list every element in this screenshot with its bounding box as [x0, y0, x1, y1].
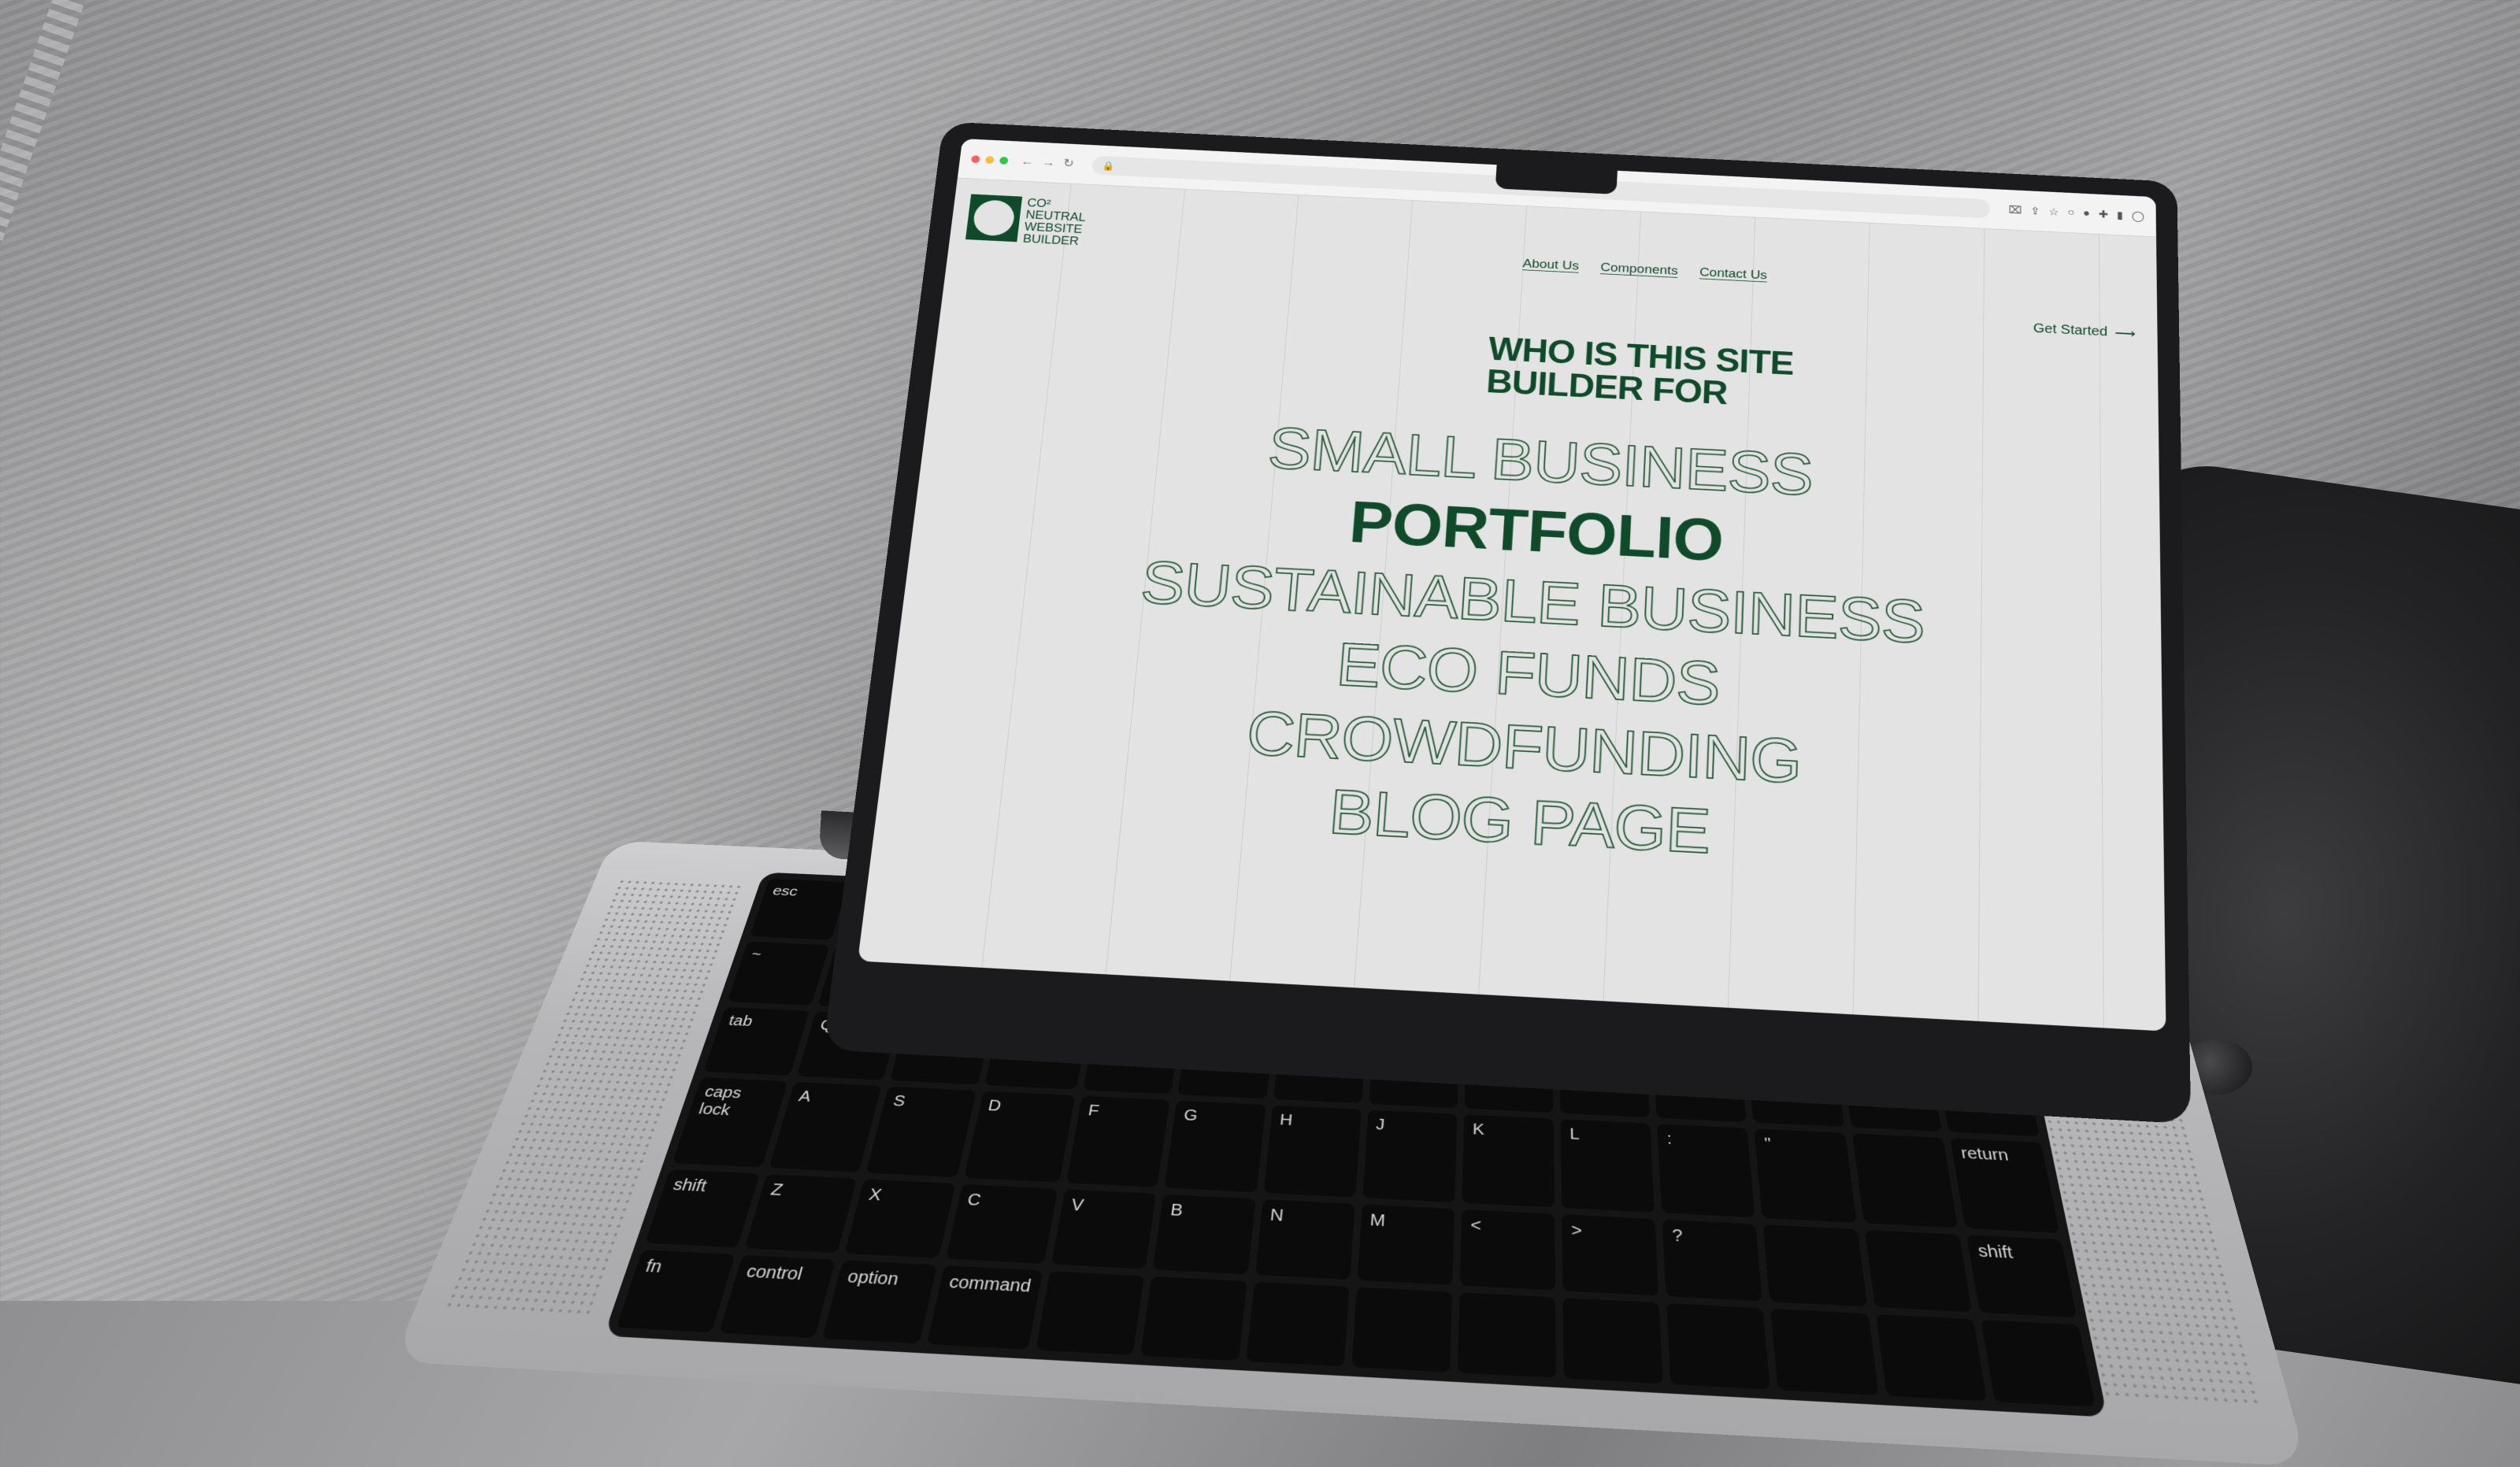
- nav-components[interactable]: Components: [1600, 261, 1678, 279]
- close-window-icon[interactable]: [970, 154, 980, 163]
- minimize-window-icon[interactable]: [984, 155, 995, 164]
- keyboard-key[interactable]: control: [719, 1254, 836, 1339]
- profile-icon[interactable]: ○: [2067, 207, 2074, 219]
- web-page: CO² NEUTRAL WEBSITE BUILDER About Us Com…: [858, 178, 2166, 1031]
- keyboard-key[interactable]: tab: [703, 1006, 810, 1076]
- keyboard-key[interactable]: ": [1754, 1128, 1857, 1223]
- keyboard-key[interactable]: L: [1560, 1118, 1655, 1213]
- window-controls: [970, 154, 1009, 165]
- keyboard-key[interactable]: S: [865, 1086, 976, 1178]
- account-avatar-icon[interactable]: ◯: [2132, 209, 2144, 223]
- bookmark-star-icon[interactable]: ☆: [2048, 206, 2059, 219]
- keyboard-key[interactable]: G: [1165, 1100, 1266, 1193]
- keyboard-key[interactable]: [1140, 1276, 1247, 1361]
- reload-icon[interactable]: ↻: [1062, 157, 1074, 170]
- keyboard-key[interactable]: C: [945, 1184, 1058, 1264]
- keyboard-key[interactable]: shift: [645, 1169, 761, 1248]
- keyboard-key[interactable]: [1770, 1308, 1879, 1396]
- laptop-screen: ← → ↻ 🔒 ⌧ ⇪ ☆ ○ ● ✚ ▮ ◯ CO² NEUTRAL WEBS…: [858, 139, 2166, 1032]
- lock-icon: 🔒: [1102, 160, 1116, 171]
- keyboard-key[interactable]: :: [1657, 1123, 1755, 1218]
- keyboard-key[interactable]: [1351, 1286, 1452, 1373]
- audience-word-list: SMALL BUSINESS PORTFOLIO SUSTAINABLE BUSIN…: [875, 396, 2164, 894]
- keyboard-key[interactable]: K: [1462, 1113, 1555, 1208]
- keyboard-key[interactable]: [1562, 1297, 1664, 1384]
- share-icon[interactable]: ⇪: [2030, 205, 2040, 218]
- keyboard-key[interactable]: V: [1051, 1189, 1157, 1269]
- keyboard-key[interactable]: fn: [616, 1249, 736, 1333]
- get-started-label: Get Started: [2033, 320, 2108, 339]
- sidebar-toggle-icon[interactable]: ▮: [2117, 209, 2123, 221]
- arrow-right-icon: ⟶: [2114, 325, 2136, 342]
- keyboard-key[interactable]: H: [1263, 1104, 1362, 1198]
- main-nav: About Us Components Contact Us: [1522, 257, 1767, 283]
- keyboard-key[interactable]: ?: [1662, 1219, 1763, 1301]
- keyboard-key[interactable]: <: [1459, 1209, 1556, 1291]
- section-headline: WHO IS THIS SITE BUILDER FOR: [1484, 330, 1795, 412]
- keyboard-key[interactable]: [1763, 1224, 1867, 1306]
- keyboard-key[interactable]: D: [963, 1091, 1076, 1183]
- keyboard-key[interactable]: [1981, 1319, 2096, 1407]
- keyboard-key[interactable]: shift: [1966, 1235, 2077, 1317]
- keyboard-key[interactable]: M: [1357, 1204, 1455, 1285]
- keyboard-key[interactable]: [1246, 1281, 1350, 1367]
- keyboard-key[interactable]: [1851, 1132, 1959, 1228]
- keyboard-key[interactable]: [1666, 1302, 1771, 1390]
- keyboard-key[interactable]: J: [1362, 1109, 1458, 1203]
- keyboard-key[interactable]: N: [1254, 1198, 1355, 1280]
- keyboard-key[interactable]: return: [1949, 1137, 2060, 1233]
- keyboard-key[interactable]: A: [769, 1081, 883, 1172]
- extension-dark-icon[interactable]: ●: [2083, 208, 2090, 220]
- laptop-lid: ← → ↻ 🔒 ⌧ ⇪ ☆ ○ ● ✚ ▮ ◯ CO² NEUTRAL WEBS…: [822, 121, 2192, 1124]
- keyboard-key[interactable]: F: [1066, 1095, 1171, 1187]
- keyboard-key[interactable]: [1864, 1229, 1972, 1312]
- nav-contact-us[interactable]: Contact Us: [1699, 265, 1768, 283]
- keyboard-key[interactable]: command: [926, 1265, 1043, 1350]
- keyboard-key[interactable]: ~: [727, 941, 830, 1006]
- logo-circle-icon: [972, 199, 1017, 237]
- keyboard-key[interactable]: X: [844, 1179, 955, 1258]
- get-started-button[interactable]: Get Started ⟶: [2033, 320, 2136, 342]
- keyboard-key[interactable]: [1457, 1291, 1557, 1379]
- logo-text: CO² NEUTRAL WEBSITE BUILDER: [1022, 196, 1086, 248]
- keyboard-key[interactable]: caps lock: [672, 1076, 788, 1168]
- keyboard-key[interactable]: [1875, 1313, 1987, 1402]
- back-arrow-icon[interactable]: ←: [1020, 154, 1034, 168]
- site-logo[interactable]: CO² NEUTRAL WEBSITE BUILDER: [965, 194, 1106, 248]
- maximize-window-icon[interactable]: [999, 156, 1009, 165]
- extensions-puzzle-icon[interactable]: ✚: [2099, 208, 2108, 221]
- keyboard-key[interactable]: >: [1562, 1214, 1659, 1296]
- logo-mark: [965, 194, 1023, 243]
- forward-arrow-icon[interactable]: →: [1041, 156, 1055, 169]
- keyboard-key[interactable]: Z: [744, 1174, 858, 1253]
- keyboard-key[interactable]: esc: [750, 878, 849, 940]
- keyboard-key[interactable]: [1036, 1270, 1145, 1356]
- translate-icon[interactable]: ⌧: [2009, 203, 2022, 217]
- keyboard-key[interactable]: B: [1153, 1194, 1256, 1274]
- nav-about-us[interactable]: About Us: [1522, 257, 1579, 273]
- keyboard-key[interactable]: option: [822, 1259, 937, 1344]
